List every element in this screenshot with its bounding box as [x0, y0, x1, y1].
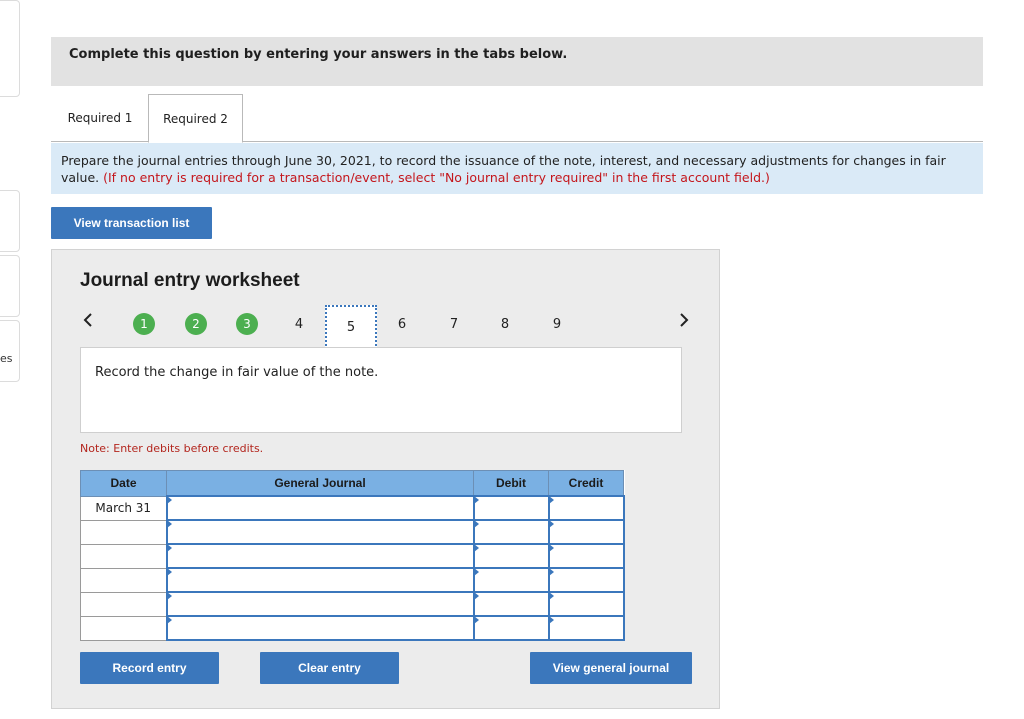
dropdown-marker-icon	[166, 592, 172, 600]
sidebar-fragment	[0, 255, 20, 317]
dropdown-marker-icon	[473, 520, 479, 528]
chevron-right-icon[interactable]	[678, 312, 690, 333]
dropdown-marker-icon	[166, 496, 172, 504]
credit-field[interactable]	[547, 495, 625, 521]
table-row: March 31	[80, 495, 625, 521]
credit-field[interactable]	[547, 591, 625, 617]
date-cell[interactable]	[80, 615, 167, 641]
debit-field[interactable]	[472, 591, 550, 617]
dropdown-marker-icon	[166, 568, 172, 576]
tab-required-2[interactable]: Required 2	[148, 94, 243, 143]
account-field[interactable]	[165, 495, 475, 521]
debit-field[interactable]	[472, 567, 550, 593]
dropdown-marker-icon	[548, 544, 554, 552]
dropdown-marker-icon	[166, 616, 172, 624]
debit-field[interactable]	[472, 615, 550, 641]
clear-entry-button[interactable]: Clear entry	[260, 652, 399, 684]
step-6[interactable]: 6	[391, 313, 413, 335]
table-row	[80, 543, 625, 569]
sidebar-fragment	[0, 190, 20, 252]
date-cell[interactable]	[80, 567, 167, 593]
view-transaction-list-button[interactable]: View transaction list	[51, 207, 212, 239]
journal-table: Date General Journal Debit Credit March …	[80, 470, 625, 641]
dropdown-marker-icon	[473, 544, 479, 552]
debit-field[interactable]	[472, 543, 550, 569]
credit-field[interactable]	[547, 567, 625, 593]
tab-required-1[interactable]: Required 1	[54, 94, 146, 141]
date-cell[interactable]: March 31	[80, 495, 167, 521]
sidebar-fragment-text: es	[0, 352, 13, 365]
dropdown-marker-icon	[548, 520, 554, 528]
table-row	[80, 519, 625, 545]
step-description: Record the change in fair value of the n…	[95, 365, 379, 380]
step-2[interactable]: 2	[185, 313, 207, 335]
debit-credit-note: Note: Enter debits before credits.	[80, 442, 264, 455]
account-field[interactable]	[165, 591, 475, 617]
table-row	[80, 567, 625, 593]
sidebar-fragment	[0, 320, 20, 382]
dropdown-marker-icon	[548, 616, 554, 624]
dropdown-marker-icon	[473, 568, 479, 576]
dropdown-marker-icon	[473, 616, 479, 624]
banner-text: Complete this question by entering your …	[69, 47, 568, 62]
header-general-journal: General Journal	[166, 470, 474, 497]
account-field[interactable]	[165, 615, 475, 641]
header-debit: Debit	[473, 470, 549, 497]
step-3[interactable]: 3	[236, 313, 258, 335]
date-cell[interactable]	[80, 591, 167, 617]
journal-entry-worksheet: Journal entry worksheet 1 2 3 4 5 6 7 8 …	[51, 249, 720, 709]
step-5-current[interactable]: 5	[325, 305, 377, 349]
instructions-panel: Prepare the journal entries through June…	[51, 143, 983, 194]
dropdown-marker-icon	[548, 592, 554, 600]
header-credit: Credit	[548, 470, 624, 497]
credit-field[interactable]	[547, 519, 625, 545]
step-8[interactable]: 8	[494, 313, 516, 335]
instructions-hint: (If no entry is required for a transacti…	[103, 170, 770, 185]
record-entry-button[interactable]: Record entry	[80, 652, 219, 684]
chevron-left-icon[interactable]	[82, 312, 94, 333]
step-description-box: Record the change in fair value of the n…	[80, 347, 682, 433]
debit-field[interactable]	[472, 519, 550, 545]
step-7[interactable]: 7	[443, 313, 465, 335]
date-cell[interactable]	[80, 543, 167, 569]
date-cell[interactable]	[80, 519, 167, 545]
instructions-text: Prepare the journal entries through June…	[61, 152, 966, 186]
worksheet-title: Journal entry worksheet	[80, 270, 300, 291]
account-field[interactable]	[165, 519, 475, 545]
sidebar-fragment	[0, 0, 20, 97]
credit-field[interactable]	[547, 543, 625, 569]
step-1[interactable]: 1	[133, 313, 155, 335]
debit-field[interactable]	[472, 495, 550, 521]
account-field[interactable]	[165, 543, 475, 569]
step-9[interactable]: 9	[546, 313, 568, 335]
dropdown-marker-icon	[548, 568, 554, 576]
step-4[interactable]: 4	[288, 313, 310, 335]
header-date: Date	[80, 470, 167, 497]
table-row	[80, 615, 625, 641]
account-field[interactable]	[165, 567, 475, 593]
credit-field[interactable]	[547, 615, 625, 641]
journal-header-row: Date General Journal Debit Credit	[80, 470, 624, 497]
dropdown-marker-icon	[473, 592, 479, 600]
dropdown-marker-icon	[548, 496, 554, 504]
table-row	[80, 591, 625, 617]
view-general-journal-button[interactable]: View general journal	[530, 652, 692, 684]
question-banner: Complete this question by entering your …	[51, 37, 983, 86]
dropdown-marker-icon	[473, 496, 479, 504]
dropdown-marker-icon	[166, 544, 172, 552]
dropdown-marker-icon	[166, 520, 172, 528]
